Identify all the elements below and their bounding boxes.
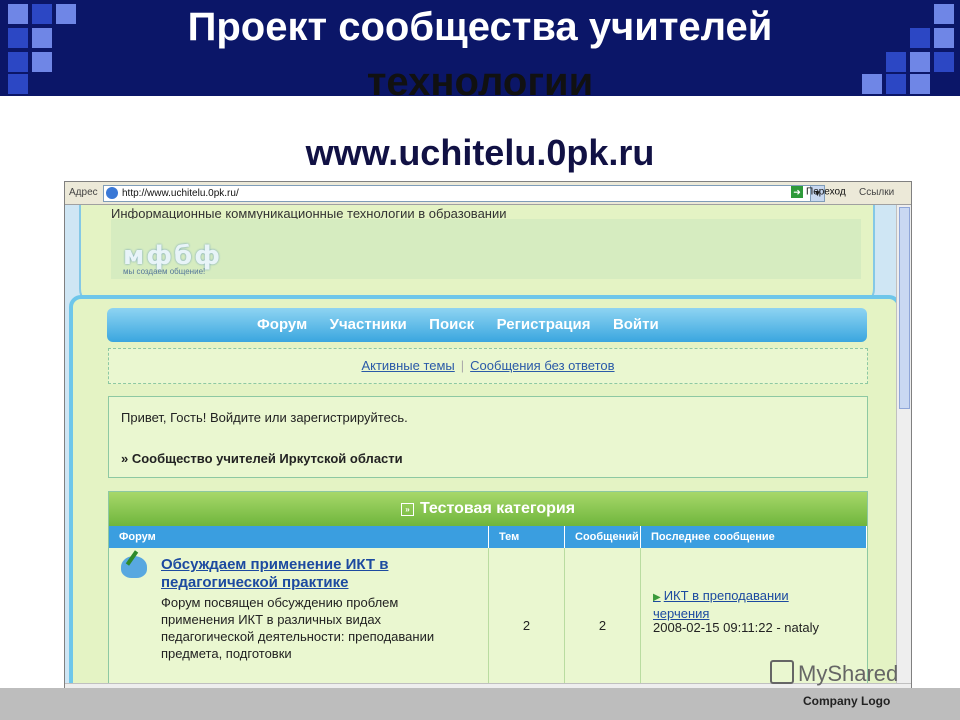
go-button[interactable]: ➜ Переход bbox=[791, 186, 846, 200]
topics-cell: 2 bbox=[489, 548, 565, 683]
links-button[interactable]: Ссылки bbox=[859, 187, 894, 198]
nav-register[interactable]: Регистрация bbox=[497, 316, 591, 333]
category-title: Тестовая категория bbox=[419, 500, 576, 517]
scroll-thumb[interactable] bbox=[899, 207, 910, 409]
column-header-forum: Форум bbox=[109, 526, 489, 548]
site-header: Информационные коммуникационные технолог… bbox=[79, 205, 875, 307]
main-nav: Форум Участники Поиск Регистрация Войти bbox=[107, 308, 867, 342]
slide-title-line1: Проект сообщества учителей bbox=[187, 5, 773, 49]
category-header[interactable]: » Тестовая категория bbox=[109, 492, 867, 526]
go-label: Переход bbox=[806, 186, 846, 198]
address-input[interactable]: http://www.uchitelu.0pk.ru/ ▼ bbox=[103, 185, 825, 202]
company-logo: Company Logo bbox=[803, 694, 891, 708]
column-header-posts: Сообщений bbox=[565, 526, 641, 548]
watermark: MyShared bbox=[770, 660, 898, 687]
forum-table: » Тестовая категория Форум Тем Сообщений … bbox=[108, 491, 868, 683]
quick-links-box: Активные темы | Сообщения без ответов bbox=[108, 348, 868, 384]
last-post-title: ИКТ в преподавании черчения bbox=[653, 588, 789, 621]
watermark-icon bbox=[770, 660, 794, 684]
nav-login[interactable]: Войти bbox=[613, 316, 659, 333]
community-link[interactable]: » Сообщество учителей Иркутской области bbox=[121, 451, 403, 466]
column-header-last-post: Последнее сообщение bbox=[641, 526, 867, 548]
greeting-text: Привет, Гость! Войдите или зарегистрируй… bbox=[121, 410, 408, 425]
forum-cell: Обсуждаем применение ИКТ в педагогическо… bbox=[109, 548, 489, 683]
posts-count: 2 bbox=[598, 618, 607, 633]
browser-page-icon bbox=[106, 187, 118, 199]
last-post-meta: 2008-02-15 09:11:22 - nataly bbox=[653, 620, 819, 635]
posts-cell: 2 bbox=[565, 548, 641, 683]
last-post-link[interactable]: ▶ ИКТ в преподавании черчения bbox=[653, 588, 823, 622]
site-url-heading: www.uchitelu.0pk.ru bbox=[305, 132, 655, 173]
greeting-box: Привет, Гость! Войдите или зарегистрируй… bbox=[108, 396, 868, 478]
address-label: Адрес bbox=[69, 187, 98, 198]
browser-window: Адрес http://www.uchitelu.0pk.ru/ ▼ ➜ Пер… bbox=[64, 181, 912, 699]
link-separator: | bbox=[460, 358, 465, 373]
arrow-right-icon: ▶ bbox=[653, 592, 661, 603]
slide-title: Проект сообщества учителей технологии bbox=[0, 0, 960, 110]
topics-count: 2 bbox=[522, 618, 531, 633]
nav-members[interactable]: Участники bbox=[330, 316, 407, 333]
address-bar: Адрес http://www.uchitelu.0pk.ru/ ▼ ➜ Пер… bbox=[65, 182, 911, 205]
forum-title-link[interactable]: Обсуждаем применение ИКТ в педагогическо… bbox=[161, 556, 461, 592]
vertical-scrollbar[interactable] bbox=[896, 205, 911, 683]
go-arrow-icon: ➜ bbox=[791, 186, 803, 198]
site-logo-tagline: мы создаем общение! bbox=[123, 267, 206, 276]
active-topics-link[interactable]: Активные темы bbox=[361, 358, 454, 373]
collapse-icon[interactable]: » bbox=[400, 503, 414, 516]
page-viewport: Информационные коммуникационные технолог… bbox=[65, 205, 897, 683]
watermark-text: MyShared bbox=[798, 661, 899, 686]
slide-title-line2: технологии bbox=[366, 60, 594, 104]
column-header-topics: Тем bbox=[489, 526, 565, 548]
forum-description: Форум посвящен обсуждению проблем примен… bbox=[161, 595, 435, 661]
nav-search[interactable]: Поиск bbox=[429, 316, 474, 333]
site-logo-area: мфбф мы создаем общение! bbox=[111, 219, 861, 279]
unanswered-posts-link[interactable]: Сообщения без ответов bbox=[470, 358, 614, 373]
forum-icon bbox=[121, 550, 147, 578]
nav-forum[interactable]: Форум bbox=[257, 316, 307, 333]
address-value: http://www.uchitelu.0pk.ru/ bbox=[122, 188, 239, 199]
